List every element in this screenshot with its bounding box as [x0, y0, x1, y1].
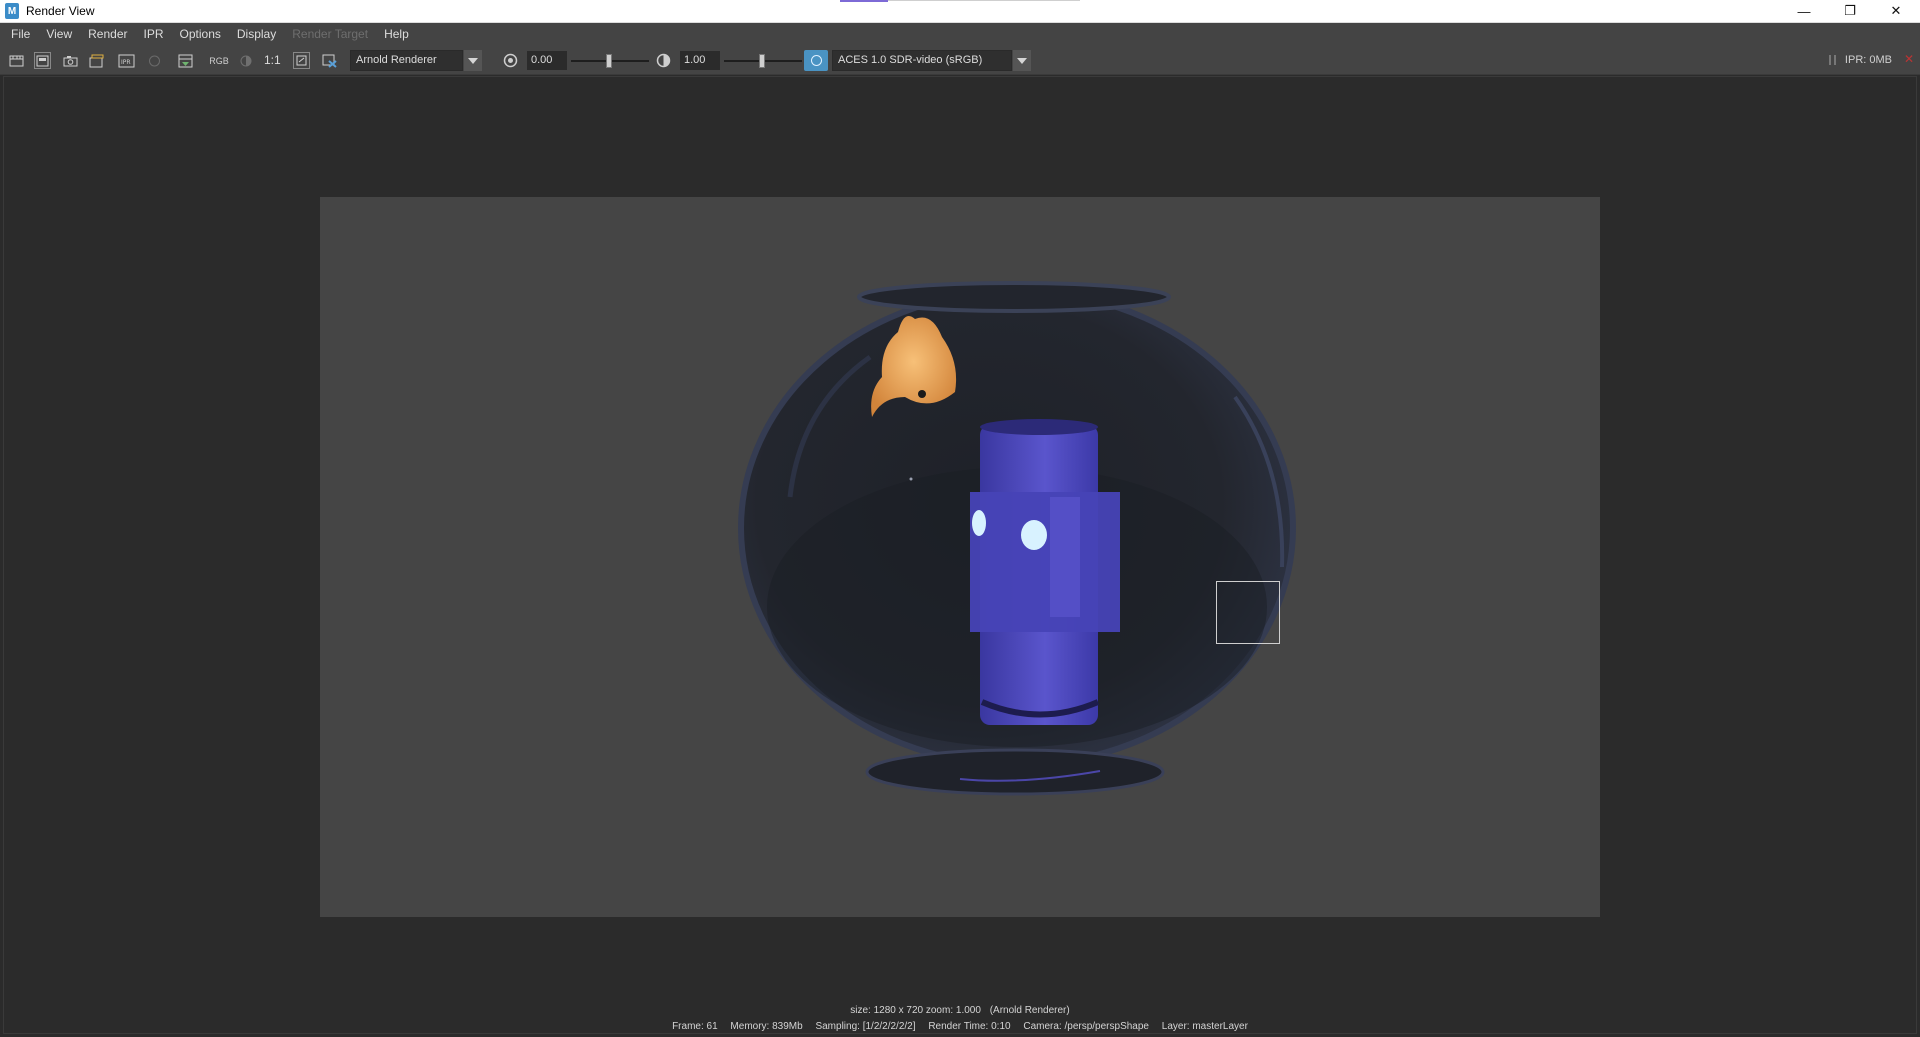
exposure-slider-handle[interactable] — [606, 54, 612, 68]
render-region-marquee[interactable] — [1216, 581, 1280, 644]
goldfish-eye — [918, 390, 926, 398]
restore-button[interactable]: ❐ — [1827, 0, 1873, 22]
gamma-icon[interactable] — [655, 52, 672, 69]
gamma-field[interactable]: 1.00 — [680, 51, 720, 70]
bowl-base — [865, 748, 1165, 796]
menu-bar: File View Render IPR Options Display Ren… — [0, 23, 1920, 46]
menu-ipr[interactable]: IPR — [136, 23, 172, 46]
title-accent-line — [840, 0, 888, 2]
menu-render-target: Render Target — [292, 27, 369, 41]
view-transform-dropdown-arrow-icon[interactable] — [1013, 50, 1031, 71]
tiki-nose — [1050, 497, 1080, 617]
ipr-render-icon[interactable]: IPR — [118, 52, 135, 69]
close-button[interactable]: ✕ — [1873, 0, 1919, 22]
ipr-error-icon: ✕ — [1903, 52, 1914, 66]
renderer-dropdown-arrow-icon[interactable] — [464, 50, 482, 71]
gamma-slider-handle[interactable] — [759, 54, 765, 68]
renderer-dropdown[interactable]: Arnold Renderer — [350, 50, 463, 71]
tiki-right-eye — [1021, 520, 1047, 550]
frame-image-icon[interactable] — [293, 52, 310, 69]
render-frame-icon[interactable] — [8, 52, 25, 69]
image-size-status: size: 1280 x 720 zoom: 1.000 (Arnold Ren… — [0, 1005, 1920, 1016]
maya-app-icon: M — [5, 3, 19, 19]
title-bar: M Render View — ❐ ✕ — [0, 0, 1920, 23]
render-info-status: Frame: 61 Memory: 839Mb Sampling: [1/2/2… — [0, 1021, 1920, 1032]
keep-image-icon[interactable] — [177, 52, 194, 69]
bubble — [909, 477, 913, 481]
rgb-channels-icon[interactable]: RGB — [208, 52, 230, 69]
snapshot-icon[interactable] — [62, 52, 79, 69]
tiki-left-eye — [972, 510, 986, 536]
layer-text: Layer: masterLayer — [1161, 1021, 1248, 1032]
menu-view[interactable]: View — [38, 23, 80, 46]
title-divider-line — [888, 0, 1080, 1]
menu-display[interactable]: Display — [229, 23, 284, 46]
render-sequence-icon[interactable] — [88, 52, 105, 69]
exposure-field[interactable]: 0.00 — [527, 51, 567, 70]
render-toolbar: IPR RGB 1:1 Arnold Renderer 0.00 1.00 AC… — [0, 46, 1920, 75]
svg-text:IPR: IPR — [121, 59, 131, 66]
image-size-text: size: 1280 x 720 zoom: 1.000 — [850, 1005, 981, 1016]
window-title: Render View — [26, 4, 95, 18]
pause-ipr-icon[interactable] — [1829, 55, 1836, 65]
color-management-icon[interactable] — [804, 50, 828, 71]
ipr-memory-status: IPR: 0MB — [1844, 54, 1892, 66]
exposure-icon[interactable] — [502, 52, 519, 69]
rendered-image[interactable] — [320, 197, 1600, 917]
refresh-ipr-icon — [146, 52, 163, 69]
tiki-face-block — [970, 492, 1120, 632]
view-transform-dropdown[interactable]: ACES 1.0 SDR-video (sRGB) — [832, 50, 1012, 71]
frame-text: Frame: 61 — [672, 1021, 718, 1032]
menu-options[interactable]: Options — [172, 23, 229, 46]
menu-help[interactable]: Help — [376, 23, 417, 46]
render-time-text: Render Time: 0:10 — [928, 1021, 1011, 1032]
bowl-rim — [857, 281, 1171, 313]
fishbowl-render — [738, 281, 1296, 796]
sampling-text: Sampling: [1/2/2/2/2/2] — [815, 1021, 916, 1032]
render-region-icon[interactable] — [34, 52, 51, 69]
tiki-top — [980, 419, 1098, 435]
display-alpha-icon[interactable] — [237, 52, 254, 69]
renderer-name-text: (Arnold Renderer) — [989, 1005, 1070, 1016]
one-to-one-icon[interactable]: 1:1 — [264, 53, 281, 67]
memory-text: Memory: 839Mb — [730, 1021, 803, 1032]
remove-image-icon[interactable] — [321, 52, 338, 69]
menu-file[interactable]: File — [0, 23, 38, 46]
minimize-button[interactable]: — — [1781, 0, 1827, 22]
menu-render[interactable]: Render — [80, 23, 135, 46]
camera-text: Camera: /persp/perspShape — [1023, 1021, 1149, 1032]
